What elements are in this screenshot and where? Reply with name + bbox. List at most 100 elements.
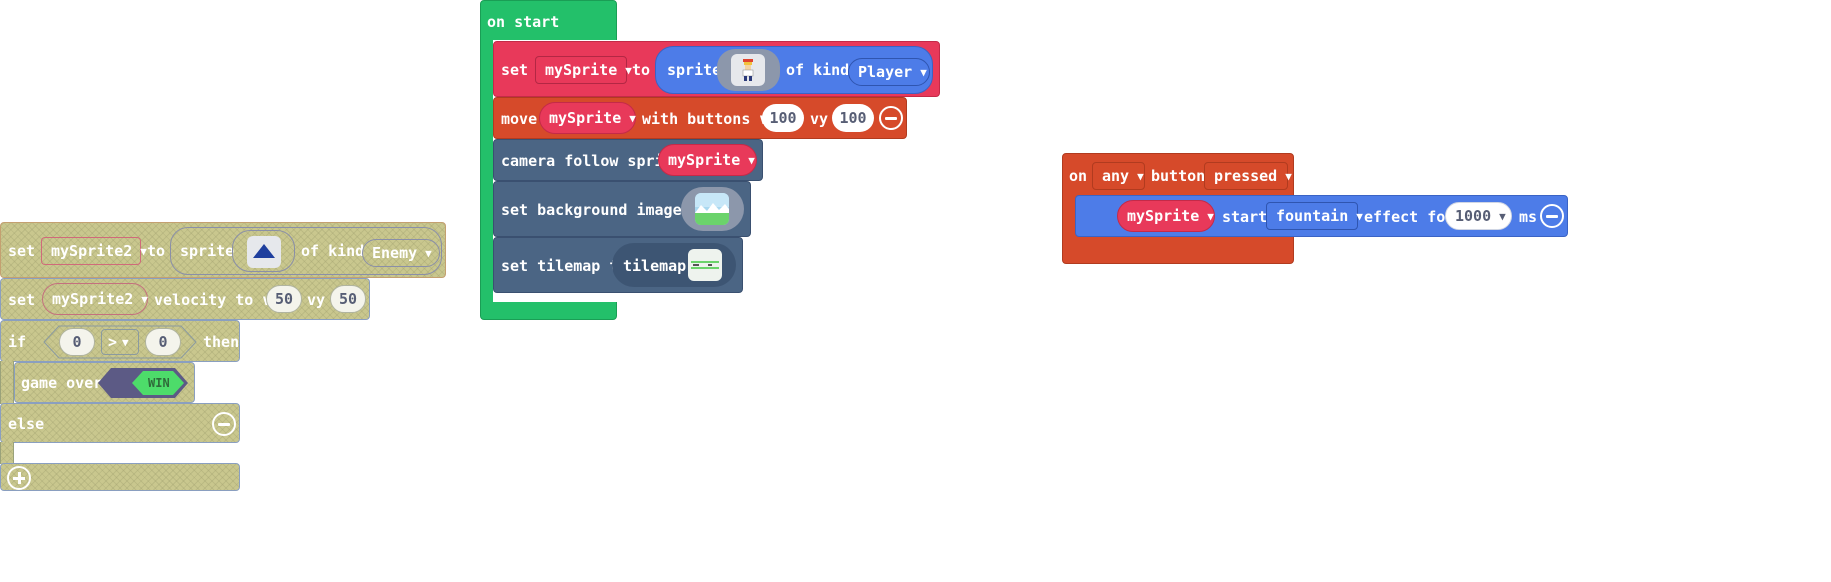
vy-label: vy xyxy=(810,110,829,128)
if-block[interactable]: if 0 > ▼ 0 then xyxy=(0,320,240,362)
ms-label: ms xyxy=(1519,208,1538,226)
if-block-footer[interactable] xyxy=(0,463,240,491)
button-dropdown[interactable]: any ▼ xyxy=(1092,162,1145,190)
with-buttons-label: with buttons vx xyxy=(642,110,778,128)
variable-name: mySprite xyxy=(1127,207,1200,225)
dropdown-arrow-icon: ▼ xyxy=(1137,169,1144,183)
operator-dropdown[interactable]: > ▼ xyxy=(101,329,139,355)
event-dropdown[interactable]: pressed ▼ xyxy=(1204,162,1292,190)
vy-label: vy xyxy=(307,291,326,309)
dropdown-arrow-icon: ▼ xyxy=(1285,169,1292,183)
velocity-label: velocity to vx xyxy=(154,291,281,309)
vy-input[interactable]: 100 xyxy=(832,104,874,132)
else-label: else xyxy=(8,415,45,433)
vy-input[interactable]: 50 xyxy=(330,285,366,313)
variable-dropdown[interactable]: mySprite2 ▼ xyxy=(41,237,147,265)
dropdown-arrow-icon: ▼ xyxy=(1207,209,1214,223)
effect-name: fountain xyxy=(1276,207,1349,225)
kind-name: Enemy xyxy=(372,244,418,262)
kind-dropdown[interactable]: Enemy ▼ xyxy=(362,239,440,267)
variable-dropdown[interactable]: mySprite ▼ xyxy=(539,102,636,134)
set-sprite2-block[interactable]: set mySprite2 ▼ to sprite of kind Enemy ▼ xyxy=(0,222,446,278)
background-image-picker[interactable] xyxy=(681,187,744,231)
variable-dropdown[interactable]: mySprite ▼ xyxy=(535,56,632,84)
effect-for-label: effect for xyxy=(1364,208,1455,226)
set-background-label: set background image to xyxy=(501,201,709,219)
win-boolean-hexagon xyxy=(98,368,188,398)
sprite-reporter[interactable]: sprite of kind Enemy ▼ xyxy=(170,227,442,275)
dropdown-arrow-icon: ▼ xyxy=(141,292,148,306)
vx-input[interactable]: 100 xyxy=(762,104,804,132)
sprite-label: sprite xyxy=(180,242,235,260)
kind-name: Player xyxy=(858,63,913,81)
then-label: then xyxy=(203,333,240,351)
if-label: if xyxy=(8,333,27,351)
set-label: set xyxy=(8,291,36,309)
variable-name: mySprite2 xyxy=(51,242,133,260)
start-label: start xyxy=(1222,208,1268,226)
sprite-image-picker[interactable] xyxy=(717,49,780,91)
set-velocity-block[interactable]: set mySprite2 ▼ velocity to vx 50 vy 50 xyxy=(0,278,370,320)
else-block[interactable]: else xyxy=(0,403,240,443)
button-label: button xyxy=(1151,167,1206,185)
left-operand-input[interactable]: 0 xyxy=(59,328,95,356)
vx-input[interactable]: 50 xyxy=(266,285,302,313)
remove-else-icon[interactable] xyxy=(212,412,236,436)
set-sprite-block[interactable]: set mySprite ▼ to sprite of kind Player ▼ xyxy=(493,41,940,97)
duration-value: 1000 xyxy=(1455,207,1492,225)
tilemap-reporter[interactable]: tilemap xyxy=(612,243,736,287)
move-with-buttons-block[interactable]: move mySprite ▼ with buttons vx 100 vy 10… xyxy=(493,97,907,139)
dropdown-arrow-icon: ▼ xyxy=(625,63,632,77)
set-label: set xyxy=(8,242,36,260)
remove-parameter-icon[interactable] xyxy=(879,106,903,130)
background-image-icon xyxy=(695,193,729,225)
dropdown-arrow-icon: ▼ xyxy=(748,153,755,167)
game-over-block[interactable]: game over WIN xyxy=(14,362,195,403)
camera-follow-label: camera follow sprite xyxy=(501,152,682,170)
sprite-reporter[interactable]: sprite of kind Player ▼ xyxy=(655,46,933,94)
dropdown-arrow-icon: ▼ xyxy=(425,246,432,260)
effect-dropdown[interactable]: fountain ▼ xyxy=(1266,202,1363,230)
dropdown-arrow-icon: ▼ xyxy=(140,244,147,258)
variable-name: mySprite xyxy=(545,61,618,79)
set-tilemap-block[interactable]: set tilemap to tilemap xyxy=(493,237,743,293)
variable-name: mySprite xyxy=(549,109,622,127)
set-background-block[interactable]: set background image to xyxy=(493,181,751,237)
operator-value: > xyxy=(108,333,118,351)
move-label: move xyxy=(501,110,538,128)
sprite-label: sprite xyxy=(667,61,722,79)
event-value: pressed xyxy=(1214,167,1278,185)
dropdown-arrow-icon: ▼ xyxy=(920,65,927,79)
start-effect-block[interactable]: mySprite ▼ start fountain ▼ effect for 100… xyxy=(1075,195,1568,237)
on-start-label: on start xyxy=(487,13,560,31)
to-label: to xyxy=(147,242,166,260)
player-sprite-image-icon xyxy=(731,54,765,86)
kind-dropdown[interactable]: Player ▼ xyxy=(848,58,930,86)
right-operand-input[interactable]: 0 xyxy=(145,328,181,356)
dropdown-arrow-icon: ▼ xyxy=(122,335,129,349)
win-label[interactable]: WIN xyxy=(148,373,170,393)
variable-dropdown[interactable]: mySprite ▼ xyxy=(1117,200,1215,232)
of-kind-label: of kind xyxy=(786,61,850,79)
game-over-label: game over xyxy=(21,374,103,392)
if-block-arm xyxy=(0,361,14,404)
duration-dropdown[interactable]: 1000 ▼ xyxy=(1445,202,1512,230)
dropdown-arrow-icon: ▼ xyxy=(1356,209,1363,223)
variable-name: mySprite2 xyxy=(52,290,134,308)
tilemap-image-icon[interactable] xyxy=(688,249,722,281)
camera-follow-block[interactable]: camera follow sprite mySprite ▼ xyxy=(493,139,763,181)
variable-name: mySprite xyxy=(668,151,741,169)
remove-parameter-icon[interactable] xyxy=(1540,204,1564,228)
enemy-sprite-image-icon xyxy=(247,236,281,268)
dropdown-arrow-icon: ▼ xyxy=(629,111,636,125)
of-kind-label: of kind xyxy=(301,242,365,260)
set-label: set xyxy=(501,61,529,79)
add-else-if-icon[interactable] xyxy=(7,466,31,490)
variable-dropdown[interactable]: mySprite2 ▼ xyxy=(42,283,148,315)
on-label: on xyxy=(1069,167,1088,185)
set-tilemap-label: set tilemap to xyxy=(501,257,628,275)
button-value: any xyxy=(1102,167,1130,185)
variable-dropdown[interactable]: mySprite ▼ xyxy=(658,144,757,176)
tilemap-label: tilemap xyxy=(623,257,687,275)
sprite-image-picker[interactable] xyxy=(232,230,295,272)
